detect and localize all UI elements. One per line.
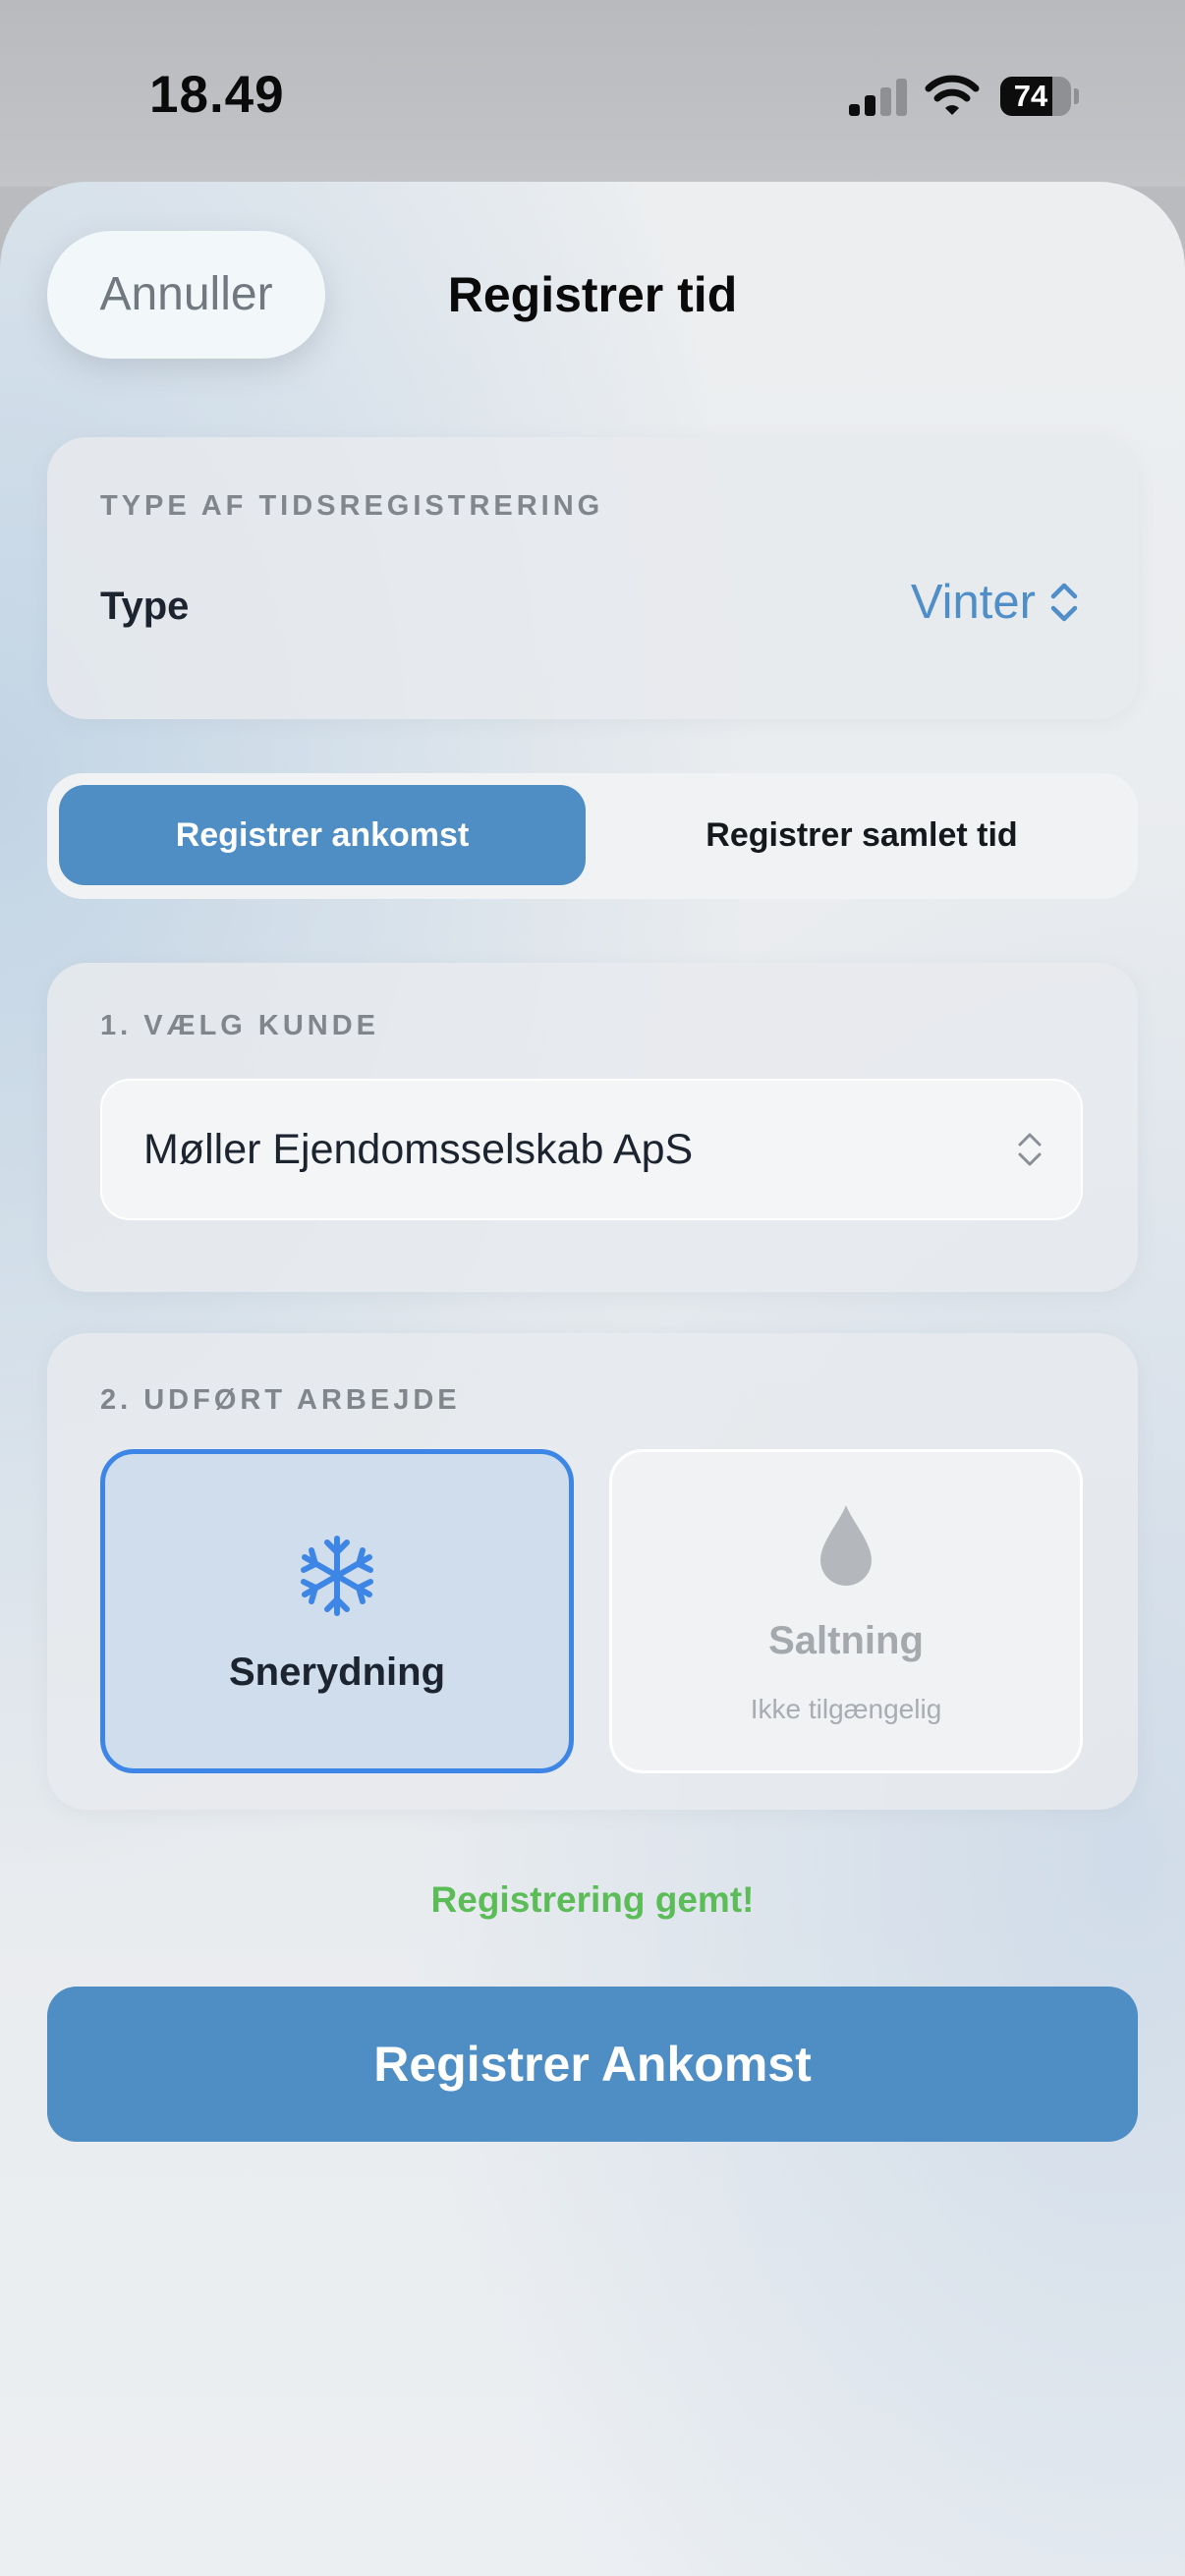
tab-register-arrival[interactable]: Registrer ankomst bbox=[59, 785, 586, 885]
register-arrival-button[interactable]: Registrer Ankomst bbox=[47, 1987, 1138, 2142]
chevron-up-down-icon bbox=[1050, 583, 1078, 622]
snowflake-icon bbox=[301, 1536, 373, 1616]
wifi-icon bbox=[925, 75, 980, 115]
drop-icon bbox=[820, 1505, 872, 1586]
battery-indicator: 74 bbox=[1000, 77, 1079, 116]
chevron-up-down-icon bbox=[1018, 1133, 1042, 1166]
battery-level: 74 bbox=[1013, 79, 1048, 113]
work-option-title: Saltning bbox=[768, 1619, 924, 1662]
battery-nub bbox=[1074, 88, 1079, 104]
registration-mode-toggle: Registrer ankomst Registrer samlet tid bbox=[47, 773, 1138, 899]
work-option-subtitle: Ikke tilgængelig bbox=[750, 1694, 942, 1724]
work-option-title: Snerydning bbox=[228, 1651, 446, 1694]
customer-select[interactable]: Møller Ejendomsselskab ApS bbox=[100, 1079, 1083, 1220]
work-option-snow-clearing[interactable]: Snerydning bbox=[100, 1449, 574, 1773]
type-card: TYPE AF TIDSREGISTRERING Type Vinter bbox=[47, 437, 1138, 719]
battery-icon: 74 bbox=[1000, 77, 1071, 116]
page-title: Registrer tid bbox=[447, 267, 738, 322]
customer-select-value: Møller Ejendomsselskab ApS bbox=[143, 1126, 694, 1173]
type-field-label: Type bbox=[100, 585, 190, 628]
work-card: 2. UDFØRT ARBEJDE Snerydning Saltning Ik… bbox=[47, 1333, 1138, 1810]
type-picker-value: Vinter bbox=[910, 576, 1036, 629]
customer-card: 1. VÆLG KUNDE Møller Ejendomsselskab ApS bbox=[47, 963, 1138, 1292]
status-bar: 18.49 74 bbox=[0, 0, 1185, 187]
status-message: Registrering gemt! bbox=[430, 1879, 755, 1920]
type-picker[interactable]: Vinter bbox=[911, 575, 1079, 630]
work-section-heading: 2. UDFØRT ARBEJDE bbox=[100, 1384, 461, 1416]
type-section-heading: TYPE AF TIDSREGISTRERING bbox=[100, 490, 604, 522]
customer-section-heading: 1. VÆLG KUNDE bbox=[100, 1010, 380, 1041]
cancel-button[interactable]: Annuller bbox=[47, 231, 325, 359]
status-time: 18.49 bbox=[149, 66, 285, 124]
tab-register-total-time[interactable]: Registrer samlet tid bbox=[597, 785, 1126, 885]
registration-sheet: Annuller Registrer tid TYPE AF TIDSREGIS… bbox=[0, 182, 1185, 2576]
cellular-signal-icon bbox=[849, 79, 907, 116]
work-option-salting[interactable]: Saltning Ikke tilgængelig bbox=[609, 1449, 1083, 1773]
